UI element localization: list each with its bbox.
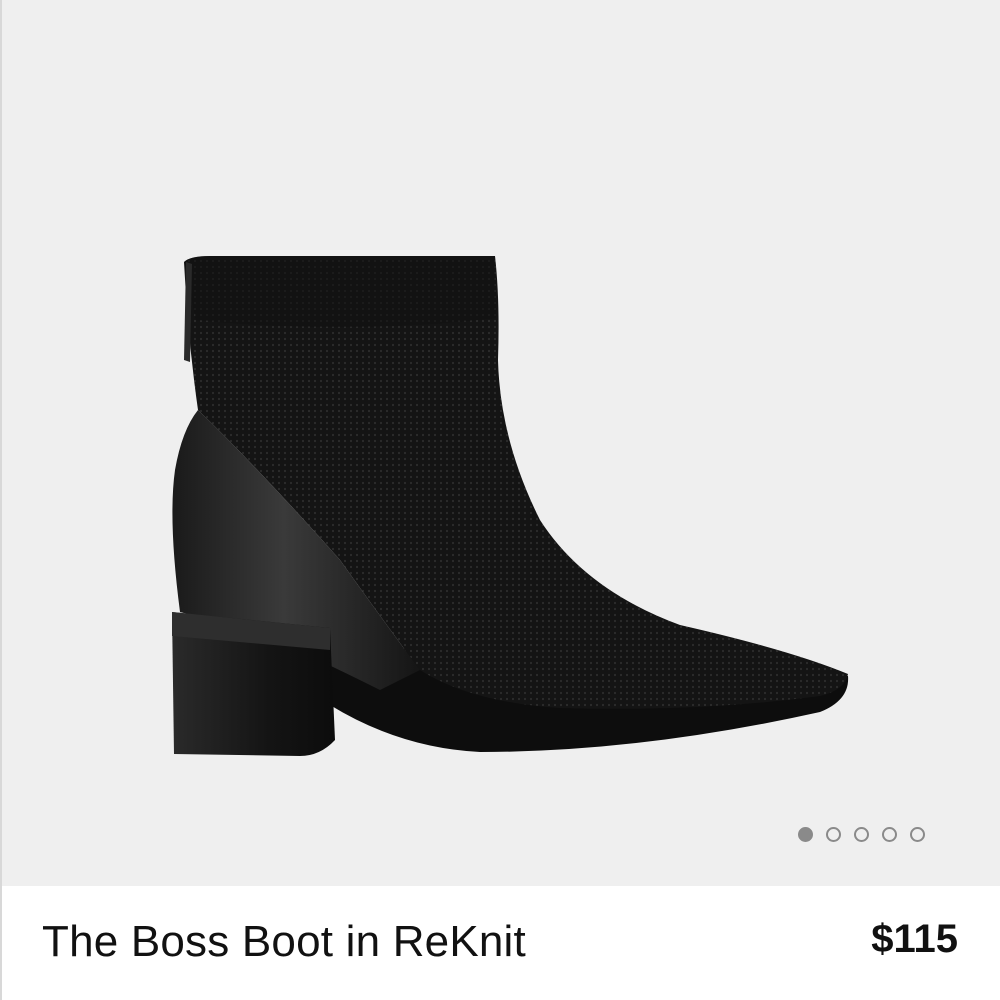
product-card[interactable]: The Boss Boot in ReKnit $115 bbox=[0, 0, 1000, 1000]
carousel-dot-5-circle-icon[interactable] bbox=[910, 827, 925, 842]
carousel-dot-2-circle-icon[interactable] bbox=[826, 827, 841, 842]
divider bbox=[0, 0, 2, 1000]
product-title[interactable]: The Boss Boot in ReKnit bbox=[42, 917, 526, 967]
product-image-area[interactable] bbox=[0, 0, 1000, 886]
carousel-dot-4-circle-icon[interactable] bbox=[882, 827, 897, 842]
carousel-dot-3-circle-icon[interactable] bbox=[854, 827, 869, 842]
carousel-dot-1-circle-icon[interactable] bbox=[798, 827, 813, 842]
carousel-dots bbox=[798, 827, 925, 842]
product-price: $115 bbox=[871, 917, 958, 961]
product-image[interactable] bbox=[0, 0, 1000, 886]
